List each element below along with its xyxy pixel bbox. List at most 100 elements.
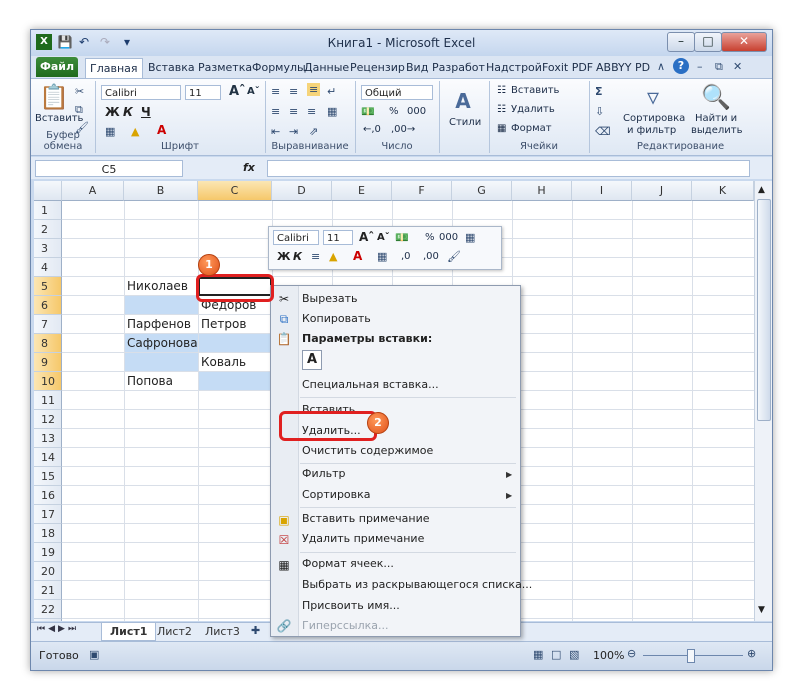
- grow-font-icon[interactable]: Aˆ: [229, 84, 246, 99]
- column-header[interactable]: A: [62, 181, 124, 201]
- zoom-in-icon[interactable]: ⊕: [747, 647, 756, 660]
- font-size-select[interactable]: 11: [185, 85, 221, 100]
- mini-font-color-icon[interactable]: A: [353, 249, 362, 263]
- workbook-close-icon[interactable]: ✕: [733, 60, 742, 73]
- column-header[interactable]: C: [198, 181, 272, 201]
- vertical-scrollbar[interactable]: ▲ ▼: [754, 181, 772, 621]
- row-header[interactable]: 2: [34, 220, 62, 239]
- menu-filter[interactable]: Фильтр: [302, 464, 346, 484]
- selected-cell-b6[interactable]: [124, 296, 198, 315]
- insert-function-icon[interactable]: fx: [243, 161, 255, 174]
- tab-page-layout[interactable]: Разметка: [194, 58, 256, 77]
- close-button[interactable]: ✕: [721, 32, 767, 52]
- paste-values-icon[interactable]: A: [302, 350, 322, 370]
- tab-abbyy-pdf[interactable]: ABBYY PD: [592, 58, 654, 77]
- find-select-label[interactable]: Найти и: [695, 113, 737, 124]
- row-header[interactable]: 14: [34, 448, 62, 467]
- column-header[interactable]: J: [632, 181, 692, 201]
- row-header[interactable]: 18: [34, 524, 62, 543]
- tab-file[interactable]: Файл: [36, 57, 78, 77]
- sort-filter-label-2[interactable]: и фильтр: [627, 125, 676, 136]
- macro-record-icon[interactable]: ▣: [89, 648, 99, 661]
- row-header[interactable]: 15: [34, 467, 62, 486]
- merge-cells-icon[interactable]: ▦: [327, 105, 337, 118]
- mini-fill-icon[interactable]: ▲: [329, 250, 337, 263]
- mini-borders-icon[interactable]: ▦: [377, 250, 387, 263]
- mini-thousands-button[interactable]: 000: [439, 232, 458, 243]
- help-icon[interactable]: ?: [673, 58, 689, 74]
- clear-icon[interactable]: ⌫: [595, 125, 611, 138]
- selected-cell-b9[interactable]: [124, 353, 198, 372]
- mini-currency-icon[interactable]: 💵: [395, 231, 409, 244]
- menu-copy[interactable]: Копировать: [302, 309, 371, 329]
- column-header[interactable]: H: [512, 181, 572, 201]
- borders-icon[interactable]: ▦: [105, 125, 115, 138]
- mini-percent-button[interactable]: %: [425, 232, 435, 243]
- cut-icon[interactable]: ✂: [75, 85, 84, 98]
- menu-cut[interactable]: Вырезать: [302, 289, 357, 309]
- currency-icon[interactable]: 💵: [361, 105, 375, 118]
- column-header[interactable]: K: [692, 181, 754, 201]
- row-header[interactable]: 17: [34, 505, 62, 524]
- menu-pick-from-list[interactable]: Выбрать из раскрывающегося списка...: [302, 575, 532, 595]
- delete-cells-icon[interactable]: ☷: [497, 104, 506, 115]
- row-header[interactable]: 8: [34, 334, 62, 353]
- sort-filter-label[interactable]: Сортировка: [623, 113, 685, 124]
- delete-cells-button[interactable]: Удалить: [511, 104, 555, 115]
- tab-insert[interactable]: Вставка: [144, 58, 199, 77]
- mini-decrease-decimal-icon[interactable]: ,00: [423, 251, 439, 262]
- scroll-thumb[interactable]: [757, 199, 771, 421]
- row-header[interactable]: 7: [34, 315, 62, 334]
- column-header[interactable]: E: [332, 181, 392, 201]
- format-cells-icon[interactable]: ▦: [497, 123, 506, 134]
- workbook-minimize-icon[interactable]: –: [697, 60, 703, 73]
- align-left-icon[interactable]: ≡: [271, 105, 280, 118]
- find-select-label-2[interactable]: выделить: [691, 125, 742, 136]
- menu-define-name[interactable]: Присвоить имя...: [302, 596, 400, 616]
- mini-font-size[interactable]: 11: [323, 230, 353, 245]
- cell-b8[interactable]: Сафронова: [124, 334, 198, 353]
- tab-developer[interactable]: Разработ: [428, 58, 489, 77]
- align-right-icon[interactable]: ≡: [307, 105, 316, 118]
- row-header[interactable]: 23: [34, 619, 62, 621]
- mini-format-painter-icon[interactable]: 🖌: [447, 250, 461, 263]
- wrap-text-icon[interactable]: ↵: [327, 85, 336, 98]
- row-header[interactable]: 20: [34, 562, 62, 581]
- tab-addins[interactable]: Надстрой: [482, 58, 546, 77]
- align-center-icon[interactable]: ≡: [289, 105, 298, 118]
- percent-button[interactable]: %: [389, 106, 399, 117]
- sort-filter-icon[interactable]: ▿: [639, 85, 667, 109]
- scroll-up-icon[interactable]: ▲: [758, 185, 765, 195]
- align-middle-icon[interactable]: ≡: [289, 85, 298, 98]
- decrease-indent-icon[interactable]: ⇤: [271, 125, 280, 138]
- sheet-nav-icon[interactable]: ⏮◀▶⏭: [37, 624, 79, 634]
- cell-b7[interactable]: Парфенов: [124, 315, 191, 334]
- normal-view-icon[interactable]: ▦: [533, 648, 543, 661]
- fill-color-icon[interactable]: ▲: [131, 125, 139, 138]
- font-name-select[interactable]: Calibri: [101, 85, 181, 100]
- cell-b5[interactable]: Николаев: [124, 277, 188, 296]
- new-sheet-icon[interactable]: ✚: [251, 624, 260, 637]
- zoom-slider-thumb[interactable]: [687, 649, 695, 663]
- row-header[interactable]: 19: [34, 543, 62, 562]
- select-all-corner[interactable]: [34, 181, 62, 201]
- mini-center-icon[interactable]: ≡: [311, 250, 320, 263]
- maximize-button[interactable]: □: [694, 32, 722, 52]
- selected-cell-c8[interactable]: [198, 334, 272, 353]
- row-header[interactable]: 11: [34, 391, 62, 410]
- mini-italic-icon[interactable]: К: [293, 250, 302, 263]
- name-box[interactable]: C5: [35, 160, 183, 177]
- mini-increase-decimal-icon[interactable]: ,0: [401, 251, 411, 262]
- cell-b10[interactable]: Попова: [124, 372, 173, 391]
- menu-clear-contents[interactable]: Очистить содержимое: [302, 441, 433, 461]
- menu-sort[interactable]: Сортировка: [302, 485, 371, 505]
- scroll-down-icon[interactable]: ▼: [758, 605, 765, 615]
- workbook-restore-icon[interactable]: ⧉: [715, 60, 723, 74]
- increase-indent-icon[interactable]: ⇥: [289, 125, 298, 138]
- row-header[interactable]: 22: [34, 600, 62, 619]
- mini-shrink-font-icon[interactable]: Aˇ: [377, 232, 390, 243]
- format-cells-button[interactable]: Формат: [511, 123, 552, 134]
- font-color-icon[interactable]: A: [157, 123, 166, 137]
- insert-cells-button[interactable]: Вставить: [511, 85, 559, 96]
- fill-icon[interactable]: ⇩: [595, 105, 604, 118]
